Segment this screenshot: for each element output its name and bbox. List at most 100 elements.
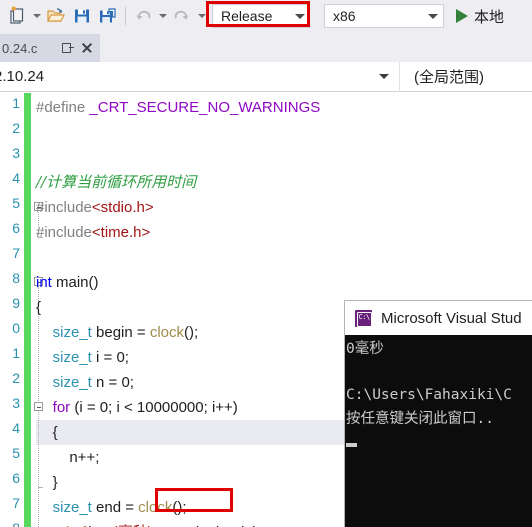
line-number: 8 — [12, 270, 20, 286]
chevron-down-icon — [379, 74, 389, 79]
code-token: #include — [36, 224, 92, 241]
console-cursor — [346, 431, 532, 455]
console-output-line: C:\Users\Fahaxiki\C — [346, 387, 512, 403]
console-output-line: 按任意键关闭此窗口.. — [346, 411, 494, 427]
code-token: (); — [172, 499, 187, 516]
line-number: 2 — [12, 370, 20, 386]
line-number: 3 — [12, 145, 20, 161]
save-icon[interactable] — [69, 3, 95, 29]
editor-navigation-bar: 2.10.24 (全局范围) — [0, 61, 532, 92]
code-line: #include<stdio.h> — [36, 195, 154, 220]
chevron-down-icon — [295, 13, 305, 19]
code-token: _CRT_SECURE_NO_WARNINGS — [89, 99, 321, 116]
start-debugging-button[interactable]: 本地 — [456, 6, 504, 27]
visual-studio-window: Release x86 本地 0.24.c 2.10.24 (全局范围) — [0, 0, 532, 527]
member-selector-combo[interactable]: (全局范围) — [400, 62, 532, 92]
redo-dropdown-caret[interactable] — [195, 3, 208, 29]
code-token: for — [36, 399, 71, 416]
document-tab[interactable]: 0.24.c — [0, 34, 100, 62]
code-line: for (i = 0; i < 10000000; i++) — [36, 395, 238, 420]
console-title-label: Microsoft Visual Stud — [381, 309, 522, 327]
code-line: #define _CRT_SECURE_NO_WARNINGS — [36, 95, 320, 120]
line-number: 6 — [12, 470, 20, 486]
code-token: n = 0; — [91, 374, 134, 391]
document-tab-label: 0.24.c — [2, 40, 38, 56]
undo-icon[interactable] — [130, 3, 156, 29]
solution-platform-value: x86 — [333, 8, 356, 24]
code-token: size_t — [36, 349, 92, 366]
code-line: int main() — [36, 270, 99, 295]
code-token: clock — [149, 324, 185, 341]
new-project-dropdown-caret[interactable] — [30, 3, 43, 29]
code-line: size_t n = 0; — [36, 370, 134, 395]
line-number: 0 — [12, 320, 20, 336]
console-icon-glyph: C:\ — [358, 312, 371, 321]
line-number: 7 — [12, 245, 20, 261]
chevron-down-icon — [158, 14, 167, 18]
console-app-icon: C:\ — [355, 309, 372, 327]
new-project-icon[interactable] — [4, 3, 30, 29]
solution-configuration-wrap: Release — [206, 1, 310, 28]
line-number: 7 — [12, 495, 20, 511]
code-token: size_t — [36, 374, 92, 391]
redo-icon[interactable] — [169, 3, 195, 29]
code-line: //计算当前循环所用时间 — [36, 170, 196, 195]
code-line: { — [36, 420, 58, 445]
save-all-icon[interactable] — [95, 3, 121, 29]
code-token: main() — [51, 274, 99, 291]
code-line: printf("%d毫秒\n", end – begin); — [36, 520, 262, 527]
console-output: 0毫秒 C:\Users\Fahaxiki\C 按任意键关闭此窗口.. — [345, 335, 532, 527]
code-line: size_t begin = clock(); — [36, 320, 199, 345]
chevron-down-icon — [197, 14, 206, 18]
code-token: { — [36, 424, 58, 441]
code-line: #include<time.h> — [36, 220, 150, 245]
code-token: <stdio.h> — [91, 199, 154, 216]
code-token: #define — [36, 99, 90, 116]
line-number-gutter: 12345678901234567890 — [0, 93, 22, 527]
code-token: { — [36, 299, 42, 316]
solution-configuration-combo[interactable]: Release — [212, 4, 310, 28]
code-token: i = 0; — [91, 349, 129, 366]
open-file-icon[interactable] — [43, 3, 69, 29]
console-output-line: 0毫秒 — [346, 341, 384, 357]
solution-configuration-value: Release — [221, 8, 273, 24]
code-token: int — [36, 274, 52, 291]
code-token: (i = 0; i < 10000000; i++) — [70, 399, 238, 416]
pin-icon[interactable] — [60, 41, 74, 55]
line-number: 6 — [12, 220, 20, 236]
line-number: 4 — [12, 420, 20, 436]
console-title-bar[interactable]: C:\ Microsoft Visual Stud — [345, 301, 532, 335]
undo-dropdown-caret[interactable] — [156, 3, 169, 29]
chevron-down-icon — [32, 14, 41, 18]
chevron-down-icon — [428, 13, 438, 19]
line-number: 2 — [12, 120, 20, 136]
line-number: 1 — [12, 95, 20, 111]
code-line: n++; — [36, 445, 99, 470]
code-token: size_t — [36, 499, 92, 516]
cursor-block — [346, 443, 357, 447]
line-number: 9 — [12, 295, 20, 311]
line-number: 8 — [12, 520, 20, 527]
document-tab-strip: 0.24.c — [0, 32, 532, 62]
code-token: clock — [138, 499, 173, 516]
solution-platform-combo[interactable]: x86 — [324, 4, 444, 28]
change-tracking-bar — [24, 93, 31, 527]
scope-selector-combo[interactable]: 2.10.24 — [0, 61, 400, 92]
close-icon[interactable] — [80, 41, 94, 55]
code-line: size_t i = 0; — [36, 345, 129, 370]
console-window[interactable]: C:\ Microsoft Visual Stud 0毫秒 C:\Users\Fa… — [344, 300, 532, 527]
line-number: 1 — [12, 345, 20, 361]
code-token: //计算当前循环所用时间 — [36, 173, 197, 191]
code-token: begin = — [91, 324, 150, 341]
code-line: size_t end = clock(); — [36, 495, 187, 520]
play-icon — [456, 9, 468, 23]
line-number: 5 — [12, 195, 20, 211]
code-line: { — [36, 295, 41, 320]
line-number: 5 — [12, 445, 20, 461]
main-toolbar: Release x86 本地 — [0, 0, 532, 32]
code-token: n++; — [36, 449, 100, 466]
line-number: 3 — [12, 395, 20, 411]
code-token: } — [36, 474, 58, 491]
line-number: 4 — [12, 170, 20, 186]
